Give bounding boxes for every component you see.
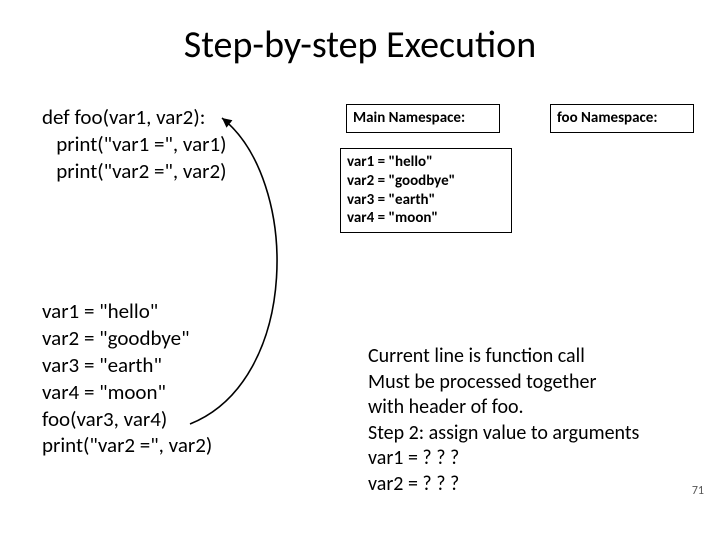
explain-line: var2 = ? ? ? (368, 472, 698, 498)
explain-line: Must be processed together (368, 370, 698, 396)
code-block-function-def: def foo(var1, var2): print("var1 =", var… (42, 104, 226, 185)
explain-line: with header of foo. (368, 395, 698, 421)
main-namespace-label: Main Namespace: (346, 104, 500, 133)
slide-title: Step-by-step Execution (0, 22, 720, 68)
code-block-main: var1 = "hello" var2 = "goodbye" var3 = "… (42, 298, 212, 459)
page-number: 71 (692, 484, 704, 498)
explain-line: Current line is function call (368, 344, 698, 370)
explanation-text: Current line is function call Must be pr… (368, 344, 698, 498)
explain-line: var1 = ? ? ? (368, 446, 698, 472)
foo-namespace-label: foo Namespace: (550, 104, 694, 133)
main-namespace-body: var1 = "hello" var2 = "goodbye" var3 = "… (340, 148, 512, 233)
explain-line: Step 2: assign value to arguments (368, 421, 698, 447)
